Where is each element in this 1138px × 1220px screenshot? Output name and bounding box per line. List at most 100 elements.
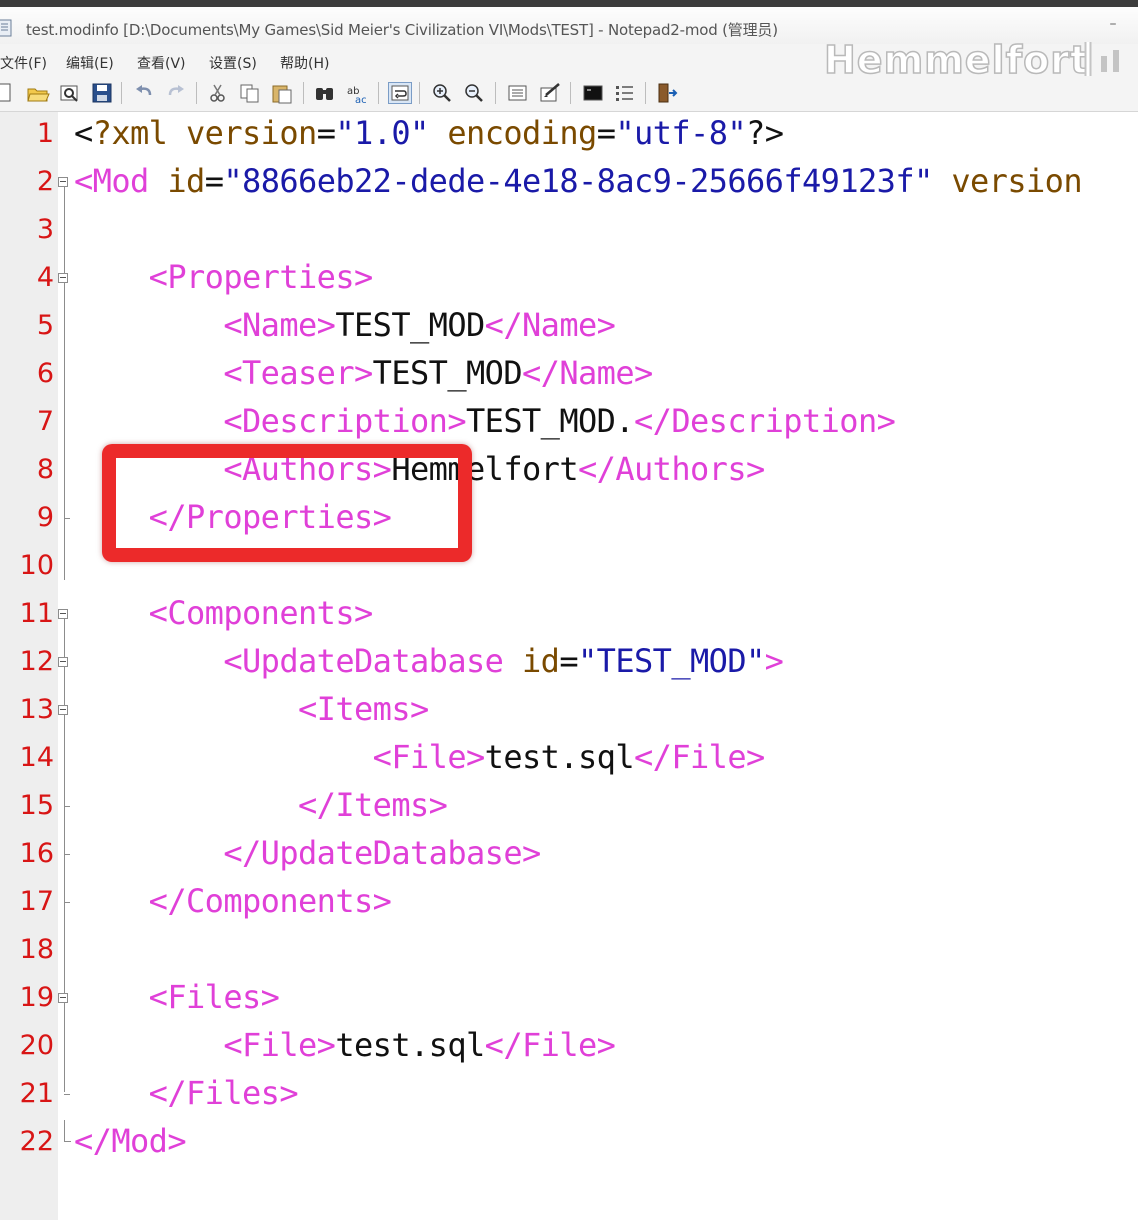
replace-icon[interactable]: ab ac: [345, 82, 369, 104]
code-line[interactable]: 3: [0, 208, 1138, 256]
menu-settings[interactable]: 设置(S): [209, 53, 257, 73]
favorites-icon[interactable]: [613, 82, 637, 104]
line-number: 15: [19, 790, 54, 821]
code-token: TEST_MOD.: [465, 402, 635, 440]
code-token: </UpdateDatabase>: [223, 834, 541, 872]
code-token: </Name>: [521, 354, 653, 392]
select-scheme-icon[interactable]: [506, 82, 530, 104]
code-token: id: [167, 162, 205, 200]
menu-edit[interactable]: 编辑(E): [66, 53, 114, 73]
code-token: <: [74, 114, 93, 152]
code-line[interactable]: 5 <Name>TEST_MOD</Name>: [0, 304, 1138, 352]
toolbar-separator: [419, 82, 420, 104]
toolbar-separator: [570, 82, 571, 104]
code-token: >: [764, 642, 784, 680]
code-line[interactable]: 17 </Components>: [0, 880, 1138, 928]
fold-end-marker: [64, 854, 70, 855]
find-icon[interactable]: [313, 82, 337, 104]
exit-icon[interactable]: [655, 82, 679, 104]
line-number: 16: [19, 838, 54, 869]
line-number: 4: [36, 262, 54, 293]
fold-toggle-icon[interactable]: [58, 273, 68, 283]
paste-icon[interactable]: [270, 82, 294, 104]
code-line[interactable]: 13 <Items>: [0, 688, 1138, 736]
open-folder-icon[interactable]: [26, 82, 50, 104]
code-text: <Teaser>TEST_MOD</Name>: [74, 354, 653, 392]
code-text: <Items>: [74, 690, 429, 728]
code-line[interactable]: 10: [0, 544, 1138, 592]
line-number: 3: [36, 214, 54, 245]
code-line[interactable]: 7 <Description>TEST_MOD.</Description>: [0, 400, 1138, 448]
save-icon[interactable]: [90, 82, 114, 104]
new-file-icon[interactable]: [0, 82, 16, 104]
toolbar-separator: [495, 82, 496, 104]
fold-toggle-icon[interactable]: [58, 177, 68, 187]
code-token: </Mod>: [74, 1122, 187, 1160]
code-line[interactable]: 4 <Properties>: [0, 256, 1138, 304]
code-line[interactable]: 21 </Files>: [0, 1072, 1138, 1120]
zoom-in-icon[interactable]: [430, 82, 454, 104]
code-text: <Name>TEST_MOD</Name>: [74, 306, 616, 344]
code-line[interactable]: 22 </Mod>: [0, 1120, 1138, 1168]
code-line[interactable]: 12 <UpdateDatabase id="TEST_MOD">: [0, 640, 1138, 688]
code-line[interactable]: 8 <Authors>Hemmelfort</Authors>: [0, 448, 1138, 496]
word-wrap-icon[interactable]: [388, 82, 412, 104]
code-text: </Components>: [74, 882, 392, 920]
code-editor[interactable]: 1 <?xml version="1.0" encoding="utf-8"?> 2…: [0, 112, 1138, 1220]
run-icon[interactable]: [581, 82, 605, 104]
code-token: </Components>: [148, 882, 392, 920]
code-text: <Mod id="8866eb22-dede-4e18-8ac9-25666f4…: [74, 162, 1083, 200]
customize-scheme-icon[interactable]: [538, 82, 562, 104]
code-line[interactable]: 1 <?xml version="1.0" encoding="utf-8"?>: [0, 112, 1138, 160]
copy-icon[interactable]: [238, 82, 262, 104]
code-token: <Properties>: [148, 258, 374, 296]
code-token: encoding: [447, 114, 597, 152]
code-token: <Description>: [223, 402, 466, 440]
fold-toggle-icon[interactable]: [58, 705, 68, 715]
code-token: </Files>: [148, 1074, 299, 1112]
code-line[interactable]: 20 <File>test.sql</File>: [0, 1024, 1138, 1072]
fold-toggle-icon[interactable]: [58, 657, 68, 667]
code-text: </Files>: [74, 1074, 299, 1112]
code-line[interactable]: 15 </Items>: [0, 784, 1138, 832]
code-line[interactable]: 6 <Teaser>TEST_MOD</Name>: [0, 352, 1138, 400]
window-title: test.modinfo [D:\Documents\My Games\Sid …: [26, 21, 778, 39]
menu-help[interactable]: 帮助(H): [280, 53, 329, 73]
code-line[interactable]: 19 <Files>: [0, 976, 1138, 1024]
code-text: <File>test.sql</File>: [74, 738, 766, 776]
fold-toggle-icon[interactable]: [58, 609, 68, 619]
cut-icon[interactable]: [206, 82, 230, 104]
code-token: <Components>: [148, 594, 374, 632]
zoom-out-icon[interactable]: [462, 82, 486, 104]
menu-file[interactable]: 文件(F): [0, 53, 47, 73]
code-token: <Files>: [148, 978, 280, 1016]
menu-view[interactable]: 查看(V): [137, 53, 186, 73]
code-line[interactable]: 16 </UpdateDatabase>: [0, 832, 1138, 880]
code-text: <Components>: [74, 594, 374, 632]
redo-icon[interactable]: [164, 82, 188, 104]
code-line[interactable]: 9 </Properties>: [0, 496, 1138, 544]
notepad2-window: test.modinfo [D:\Documents\My Games\Sid …: [0, 0, 1138, 1220]
code-token: =: [316, 114, 336, 152]
line-number: 20: [19, 1030, 54, 1061]
code-line[interactable]: 2 <Mod id="8866eb22-dede-4e18-8ac9-25666f…: [0, 160, 1138, 208]
code-line[interactable]: 18: [0, 928, 1138, 976]
undo-icon[interactable]: [132, 82, 156, 104]
code-token: <File>: [223, 1026, 336, 1064]
fold-toggle-icon[interactable]: [58, 993, 68, 1003]
code-line[interactable]: 14 <File>test.sql</File>: [0, 736, 1138, 784]
browse-icon[interactable]: [58, 82, 82, 104]
code-line[interactable]: 11 <Components>: [0, 592, 1138, 640]
code-token: </Items>: [298, 786, 448, 824]
line-number: 13: [19, 694, 54, 725]
code-text: <UpdateDatabase id="TEST_MOD">: [74, 642, 784, 680]
code-token: "TEST_MOD": [578, 642, 765, 680]
